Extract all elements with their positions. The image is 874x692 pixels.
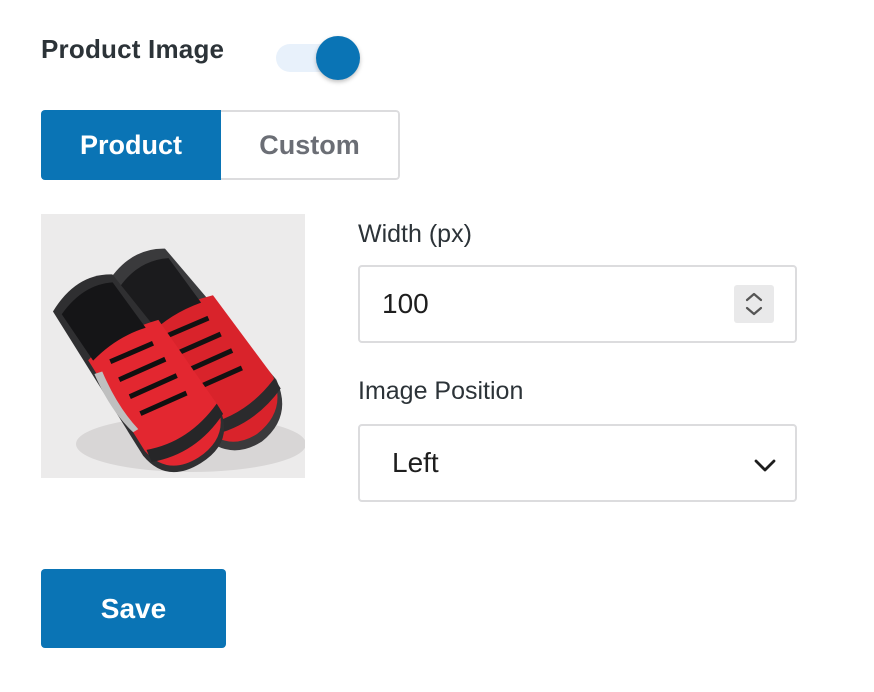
chevron-down-icon — [754, 459, 776, 472]
image-source-tabs: Product Custom — [41, 110, 400, 180]
image-position-label: Image Position — [358, 377, 524, 405]
width-label: Width (px) — [358, 220, 472, 248]
width-value: 100 — [382, 288, 429, 319]
product-image-heading: Product Image — [41, 34, 225, 64]
tab-custom[interactable]: Custom — [221, 110, 400, 180]
toggle-knob — [316, 36, 360, 80]
image-position-select[interactable]: Left — [358, 424, 797, 502]
image-position-value: Left — [392, 447, 439, 478]
tab-product[interactable]: Product — [41, 110, 221, 180]
red-sneakers-image — [41, 214, 305, 478]
product-image-preview — [41, 214, 305, 478]
up-down-spinner-icon[interactable] — [734, 285, 774, 323]
save-button[interactable]: Save — [41, 569, 226, 648]
width-input[interactable]: 100 — [358, 265, 797, 343]
product-image-toggle[interactable] — [276, 35, 362, 81]
